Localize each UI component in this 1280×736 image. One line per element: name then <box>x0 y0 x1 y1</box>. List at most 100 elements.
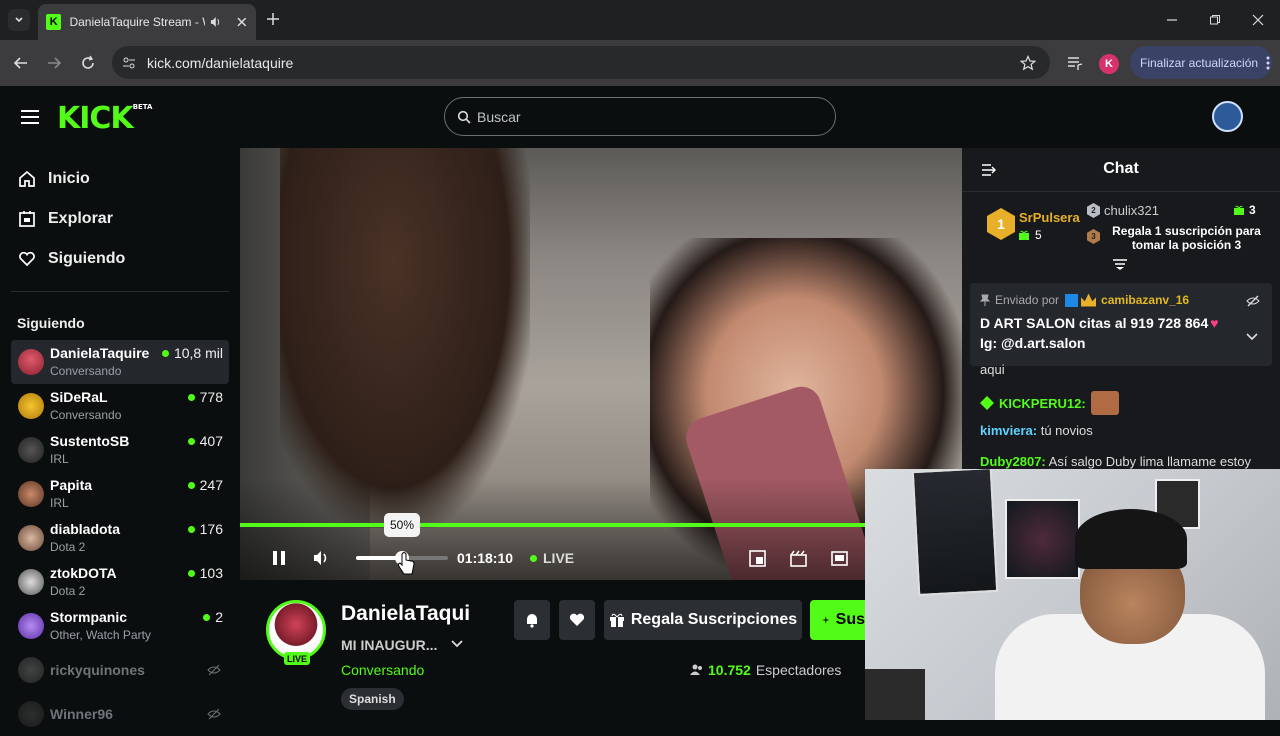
address-bar[interactable]: kick.com/danielataquire <box>112 46 1050 79</box>
forward-icon[interactable] <box>46 55 62 71</box>
url-text: kick.com/danielataquire <box>147 54 294 71</box>
pause-icon[interactable] <box>272 550 286 566</box>
pin-icon <box>980 294 990 306</box>
leaderboard-second-count-value: 3 <box>1249 203 1256 217</box>
leaderboard-second-name[interactable]: chulix321 <box>1104 203 1159 218</box>
media-control-icon[interactable] <box>1067 55 1083 71</box>
update-button[interactable]: Finalizar actualización <box>1130 46 1272 79</box>
nav-explorar[interactable]: Explorar <box>18 210 113 228</box>
reload-icon[interactable] <box>80 55 96 71</box>
chevron-down-icon <box>15 17 23 23</box>
following-item-rickyquinones[interactable]: rickyquinones <box>11 648 229 692</box>
live-dot <box>530 554 537 562</box>
viewer-count-value: 176 <box>199 521 223 537</box>
avatar <box>18 701 44 727</box>
tab-list-button[interactable] <box>8 9 30 31</box>
following-item-sideral[interactable]: SiDeRaL Conversando 778 <box>11 384 229 428</box>
live-dot <box>187 481 195 489</box>
leaderboard-second-count: 3 <box>1234 203 1256 217</box>
video-player[interactable] <box>240 148 962 580</box>
chevron-down-icon[interactable] <box>1246 331 1258 341</box>
nav-siguiendo[interactable]: Siguiendo <box>18 250 125 268</box>
browser-toolbar: kick.com/danielataquire K Finalizar actu… <box>0 40 1280 86</box>
pip-icon[interactable] <box>749 550 766 567</box>
nav-inicio-label: Inicio <box>48 170 90 187</box>
viewer-count: 103 <box>187 565 223 581</box>
viewer-count-value: 247 <box>199 477 223 493</box>
kick-logo[interactable]: KICKBETA <box>57 101 152 136</box>
sidebar: Inicio Explorar Siguiendo Siguiendo Dani… <box>0 148 240 727</box>
restore-icon[interactable] <box>1209 14 1221 26</box>
compass-icon <box>19 211 35 227</box>
chat-username[interactable]: KICKPERU12: <box>999 396 1086 411</box>
theater-mode-icon[interactable] <box>831 550 848 567</box>
menu-icon[interactable] <box>21 110 39 124</box>
bookmark-star-icon[interactable] <box>1020 54 1036 71</box>
nav-inicio[interactable]: Inicio <box>18 170 90 188</box>
expand-leaderboard-icon[interactable] <box>1113 259 1127 271</box>
avatar <box>18 393 44 419</box>
stream-progress-bar[interactable] <box>240 523 865 527</box>
player-controls-gradient <box>240 478 962 580</box>
language-tag[interactable]: Spanish <box>341 688 404 710</box>
back-icon[interactable] <box>13 55 29 71</box>
minimize-icon[interactable] <box>1166 14 1178 26</box>
stream-category[interactable]: Conversando <box>341 662 424 678</box>
chat-username[interactable]: kimviera: <box>980 423 1037 438</box>
chat-header: Chat <box>962 148 1280 192</box>
search-bar[interactable]: Buscar <box>444 97 836 136</box>
viewer-count-label: Espectadores <box>755 662 842 678</box>
stream-title: MI INAUGUR... <box>341 637 438 653</box>
following-item-stormpanic[interactable]: Stormpanic Other, Watch Party 2 <box>11 604 229 648</box>
chat-text: tú novios <box>1040 423 1093 438</box>
site-header: KICKBETA Buscar <box>0 86 1280 148</box>
chat-username[interactable]: Duby2807: <box>980 454 1046 469</box>
crown-badge-icon <box>1081 293 1097 307</box>
site-settings-icon[interactable] <box>122 56 136 70</box>
heart-icon <box>19 251 35 267</box>
offline-eye-icon <box>207 664 221 676</box>
subscribe-button[interactable]: Sus <box>810 600 865 640</box>
heart-icon <box>569 613 585 626</box>
notifications-button[interactable] <box>514 600 550 640</box>
close-tab-icon[interactable] <box>236 16 248 28</box>
channel-avatar[interactable] <box>266 600 326 660</box>
gift-icon <box>1234 205 1244 215</box>
user-avatar[interactable] <box>1212 101 1243 132</box>
new-tab-icon[interactable] <box>266 12 280 26</box>
following-item-danielataquire[interactable]: DanielaTaquire Conversando 10,8 mil <box>11 340 229 384</box>
following-item-ztokdota[interactable]: ztokDOTA Dota 2 103 <box>11 560 229 604</box>
rank-3-badge: 3 <box>1087 229 1100 244</box>
following-item-winner96[interactable]: Winner96 <box>11 692 229 736</box>
browser-tab[interactable]: K DanielaTaquire Stream - W <box>38 4 256 40</box>
leaderboard-first-name[interactable]: SrPulsera <box>1019 210 1080 225</box>
follow-button[interactable] <box>559 600 595 640</box>
speaker-icon[interactable] <box>209 15 223 29</box>
viewer-count-value: 2 <box>215 609 223 625</box>
viewer-count: 407 <box>187 433 223 449</box>
microphone <box>865 669 925 720</box>
close-window-icon[interactable] <box>1252 14 1264 26</box>
profile-avatar[interactable]: K <box>1099 54 1119 74</box>
chat-text: Así salgo Duby lima llamame estoy <box>1048 454 1251 469</box>
live-indicator[interactable]: LIVE <box>530 550 574 566</box>
chevron-down-icon[interactable] <box>451 638 463 648</box>
clip-icon[interactable] <box>790 550 807 567</box>
live-dot <box>161 349 169 357</box>
following-item-diabladota[interactable]: diabladota Dota 2 176 <box>11 516 229 560</box>
channel-name[interactable]: DanielaTaquire <box>341 602 471 626</box>
following-item-sustentosb[interactable]: SustentoSB IRL 407 <box>11 428 229 472</box>
volume-icon[interactable] <box>312 549 330 567</box>
logo-text: KICK <box>57 101 134 136</box>
live-dot <box>187 525 195 533</box>
hide-pinned-icon[interactable] <box>1246 295 1260 307</box>
person-cap <box>1075 509 1187 569</box>
gift-subs-button[interactable]: Regala Suscripciones <box>604 600 802 640</box>
chat-title: Chat <box>1103 160 1139 177</box>
pinned-message[interactable]: Enviado por camibazanv_16 D ART SALON ci… <box>970 283 1272 366</box>
following-title: Siguiendo <box>17 315 85 331</box>
kick-favicon-icon: K <box>46 14 62 30</box>
following-item-papita[interactable]: Papita IRL 247 <box>11 472 229 516</box>
pinned-user[interactable]: camibazanv_16 <box>1101 293 1189 307</box>
nav-siguiendo-label: Siguiendo <box>48 250 126 267</box>
